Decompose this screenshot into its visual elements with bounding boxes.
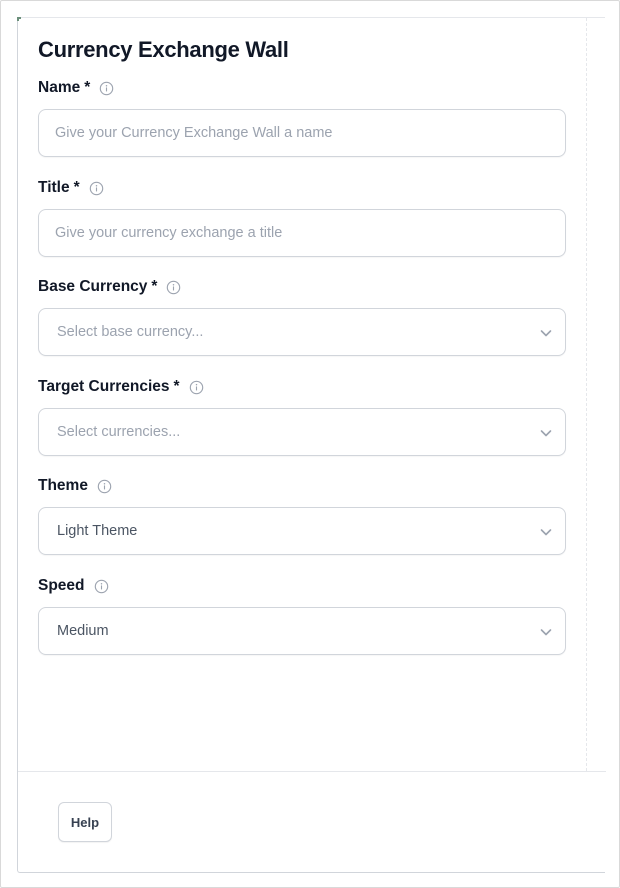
corner-accent [17, 17, 21, 21]
window-frame: Currency Exchange Wall Name * Title * [0, 0, 620, 888]
info-icon[interactable] [189, 380, 204, 395]
speed-select[interactable]: Medium [38, 607, 566, 655]
title-input-wrapper [38, 209, 566, 257]
required-marker: * [84, 79, 91, 96]
required-marker: * [173, 378, 180, 395]
chevron-down-icon [539, 326, 553, 340]
theme-field-group: Theme Light Theme [38, 476, 566, 555]
name-label: Name [38, 79, 81, 96]
info-icon[interactable] [94, 579, 109, 594]
chevron-down-icon [539, 625, 553, 639]
page-title: Currency Exchange Wall [38, 37, 289, 62]
info-icon[interactable] [97, 479, 112, 494]
theme-select[interactable]: Light Theme [38, 507, 566, 555]
speed-label: Speed [38, 577, 85, 594]
panel-divider [586, 18, 587, 771]
footer-divider [18, 771, 606, 772]
theme-selected-value: Light Theme [57, 523, 138, 539]
base-currency-selected-value: Select base currency... [57, 324, 204, 340]
required-marker: * [151, 278, 158, 295]
title-label: Title [38, 179, 70, 196]
speed-selected-value: Medium [57, 623, 109, 639]
help-button[interactable]: Help [58, 802, 112, 842]
required-marker: * [73, 179, 80, 196]
title-field-group: Title * [38, 178, 566, 257]
chevron-down-icon [539, 525, 553, 539]
theme-label: Theme [38, 477, 88, 494]
target-currencies-select[interactable]: Select currencies... [38, 408, 566, 456]
target-currencies-selected-value: Select currencies... [57, 424, 181, 440]
info-icon[interactable] [166, 280, 181, 295]
chevron-down-icon [539, 426, 553, 440]
name-field-group: Name * [38, 78, 566, 157]
form-panel: Currency Exchange Wall Name * Title * [17, 17, 606, 873]
base-currency-field-group: Base Currency * Select base currency... [38, 277, 566, 356]
target-currencies-label: Target Currencies [38, 378, 170, 395]
name-input[interactable] [39, 110, 565, 156]
title-input[interactable] [39, 210, 565, 256]
info-icon[interactable] [89, 181, 104, 196]
base-currency-select[interactable]: Select base currency... [38, 308, 566, 356]
info-icon[interactable] [99, 81, 114, 96]
base-currency-label: Base Currency [38, 278, 148, 295]
target-currencies-field-group: Target Currencies * Select currencies... [38, 377, 566, 456]
name-input-wrapper [38, 109, 566, 157]
speed-field-group: Speed Medium [38, 576, 566, 655]
